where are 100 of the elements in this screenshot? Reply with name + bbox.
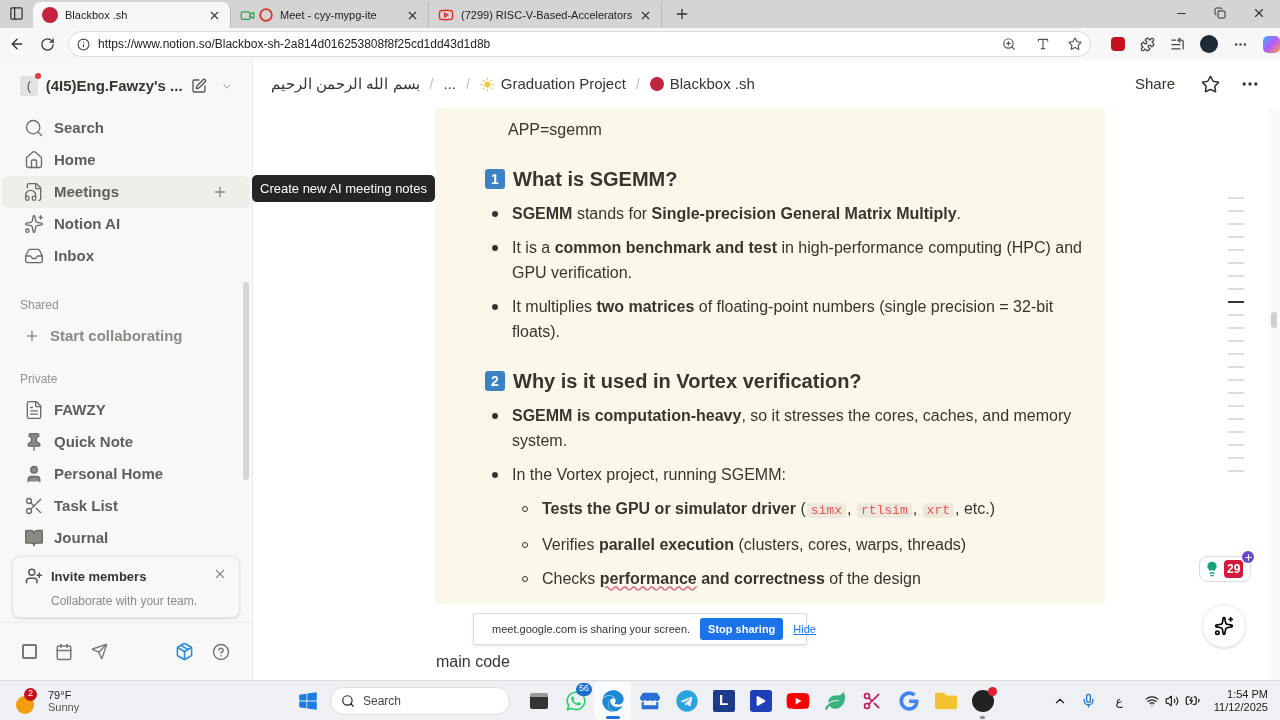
gift-box-icon[interactable] <box>175 642 194 661</box>
battery-icon[interactable] <box>1184 693 1200 708</box>
taskbar-search[interactable]: Search <box>330 686 510 715</box>
outline-marker[interactable] <box>1228 275 1244 277</box>
workspace-name[interactable]: (4I5)Eng.Fawzy's ... <box>45 74 183 98</box>
outline-marker[interactable] <box>1228 249 1244 251</box>
blocker-icon[interactable] <box>1111 37 1125 51</box>
breadcrumb-separator: / <box>429 74 434 94</box>
profile-avatar[interactable] <box>1200 35 1218 53</box>
favorite-icon[interactable] <box>1068 37 1082 51</box>
outline-marker[interactable] <box>1228 236 1244 238</box>
outline-marker[interactable] <box>1228 353 1244 355</box>
breadcrumb-separator: / <box>465 74 470 94</box>
plus-badge-icon[interactable] <box>1242 551 1254 563</box>
outline-marker[interactable] <box>1228 470 1244 472</box>
close-window-icon[interactable] <box>1252 6 1266 20</box>
outline-marker[interactable] <box>1228 327 1244 329</box>
sidebar-scrollbar-thumb[interactable] <box>243 282 249 480</box>
extensions-icon[interactable] <box>1140 36 1155 52</box>
assistant-button[interactable] <box>1202 604 1246 648</box>
player-icon[interactable] <box>749 689 772 712</box>
stacked-windows-icon[interactable] <box>529 692 548 709</box>
paragraph-text: main code <box>436 652 511 672</box>
wifi-icon[interactable] <box>1144 693 1159 708</box>
sidebar-item[interactable]: Task List <box>2 490 250 522</box>
breadcrumb[interactable]: بسم الله الرحمن الرحيم <box>271 72 420 96</box>
sidebar-item[interactable]: Search <box>2 112 250 144</box>
microphone-icon[interactable] <box>1080 693 1096 708</box>
outline-marker[interactable] <box>1228 340 1244 342</box>
address-field[interactable]: https://www.notion.so/Blackbox-sh-2a814d016253808f8f25cd1dd43d1d8b <box>68 31 1091 57</box>
sidebar-toggle-icon[interactable] <box>9 6 24 21</box>
add-icon[interactable] <box>212 184 228 200</box>
outline-marker[interactable] <box>1228 392 1244 394</box>
favorite-icon[interactable] <box>1201 74 1220 94</box>
face-emoji-icon <box>649 77 664 91</box>
telegram-icon[interactable] <box>675 689 698 712</box>
edge-icon[interactable] <box>601 689 624 712</box>
sidebar-item[interactable]: Home <box>2 144 250 176</box>
outline-marker[interactable] <box>1228 444 1244 446</box>
sidebar-item[interactable]: FAWZY <box>2 394 250 426</box>
obs-icon[interactable] <box>971 689 994 712</box>
sidebar-item[interactable]: Inbox <box>2 240 250 272</box>
read-aloud-icon[interactable] <box>1036 37 1050 51</box>
outline-marker[interactable] <box>1228 457 1244 459</box>
new-page-icon[interactable] <box>190 77 207 95</box>
outline-marker[interactable] <box>1228 405 1244 407</box>
start-icon[interactable] <box>298 690 318 711</box>
google-icon[interactable] <box>898 690 919 711</box>
weather-icon[interactable] <box>16 695 34 714</box>
outline-marker[interactable] <box>1228 210 1244 212</box>
clock[interactable]: 1:54 PM 11/12/2025 <box>1213 687 1268 714</box>
letter-app-icon[interactable]: L <box>712 689 735 712</box>
calendar-icon[interactable] <box>55 642 73 661</box>
section-label: Private <box>19 371 59 388</box>
restore-icon[interactable] <box>1214 7 1226 19</box>
outline-marker[interactable] <box>1228 431 1244 433</box>
sidebar-item[interactable]: Personal Home <box>2 458 250 490</box>
outline-marker[interactable] <box>1228 262 1244 264</box>
outline-marker[interactable] <box>1228 197 1244 199</box>
invite-subtitle: Collaborate with your team. <box>51 592 199 610</box>
leaf-icon[interactable] <box>824 690 845 711</box>
workspace-avatar[interactable]: ( <box>20 76 38 96</box>
share-button[interactable]: Share <box>1128 72 1181 96</box>
copilot-icon[interactable] <box>1263 35 1280 53</box>
snip-icon[interactable] <box>861 690 882 711</box>
outline-marker[interactable] <box>1228 379 1244 381</box>
breadcrumb[interactable]: Graduation Project <box>500 72 626 96</box>
taskbar-app-tile[interactable] <box>594 681 631 720</box>
store-icon[interactable] <box>639 690 660 711</box>
send-icon[interactable] <box>91 643 108 660</box>
outline-marker[interactable] <box>1228 288 1244 290</box>
zoom-icon[interactable] <box>1002 37 1016 51</box>
sidebar-item[interactable]: Meetings <box>2 176 250 208</box>
section-heading: Why is it used in Vortex verification? <box>513 369 862 394</box>
outline-marker[interactable] <box>1228 314 1244 316</box>
favorites-list-icon[interactable] <box>1170 36 1185 52</box>
outline-marker[interactable] <box>1228 418 1244 420</box>
browser-tab[interactable]: Blackbox .sh <box>33 2 231 28</box>
outline-marker[interactable] <box>1228 223 1244 225</box>
hide-link[interactable]: Hide <box>793 620 816 638</box>
outline-marker[interactable] <box>1228 366 1244 368</box>
scrollbar-thumb[interactable] <box>1271 312 1277 328</box>
sidebar-item[interactable]: Notion AI <box>2 208 250 240</box>
language-indicator[interactable]: ع <box>1115 691 1123 710</box>
volume-icon[interactable] <box>1164 693 1179 708</box>
reload-icon[interactable] <box>40 36 55 52</box>
outline-marker[interactable] <box>1228 301 1244 303</box>
breadcrumb[interactable]: ... <box>443 72 456 96</box>
widget-pill[interactable]: 29 <box>1199 556 1251 582</box>
sidebar-item[interactable]: Journal <box>2 522 250 554</box>
sidebar-item[interactable]: Start collaborating <box>2 320 250 352</box>
bullet-text: SGEMM stands for Single-precision General Matrix Multiply. <box>512 204 962 224</box>
taskbar-app-tile[interactable]: 56 <box>557 681 594 720</box>
site-info-icon[interactable] <box>77 37 90 51</box>
help-icon[interactable] <box>212 642 230 661</box>
back-icon[interactable] <box>9 36 25 52</box>
taskbar-app-tile[interactable]: L <box>705 681 742 720</box>
stop-sharing-button[interactable]: Stop sharing <box>700 618 784 640</box>
breadcrumb[interactable]: Blackbox .sh <box>669 72 755 96</box>
sidebar-item[interactable]: Quick Note <box>2 426 250 458</box>
